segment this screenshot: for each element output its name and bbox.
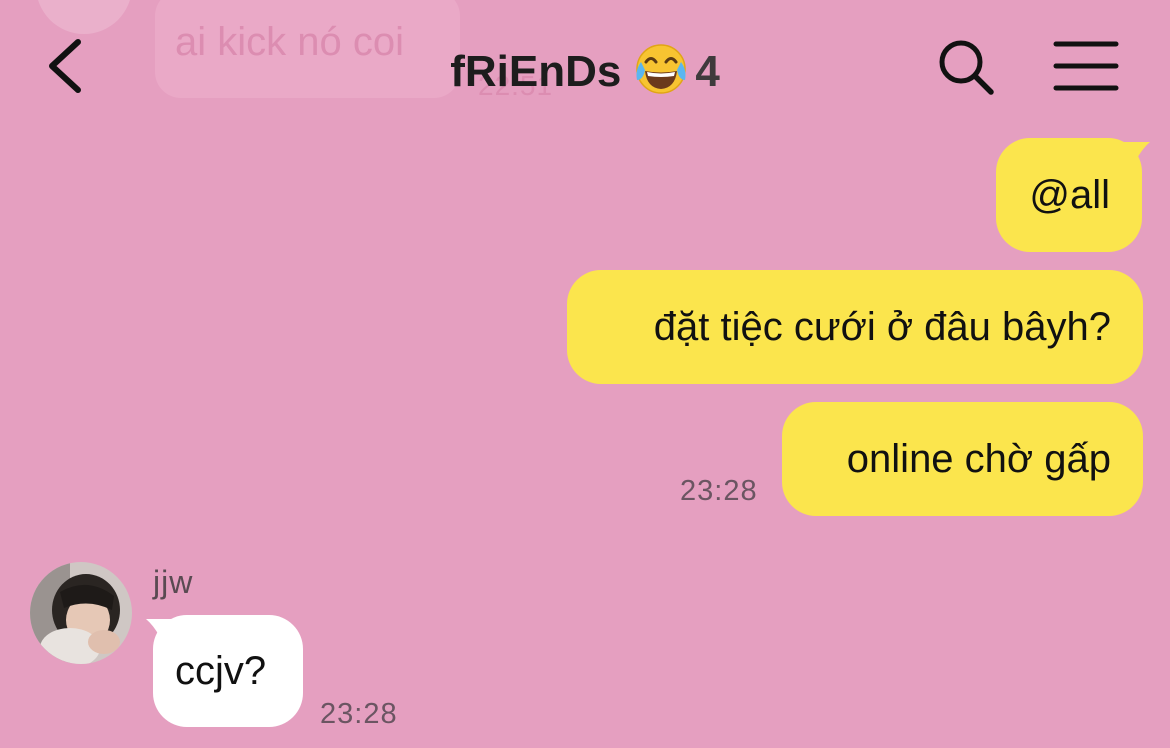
- member-count: 4: [695, 47, 720, 96]
- previous-message-avatar: [36, 0, 132, 34]
- message-text: đặt tiệc cưới ở đâu bâyh?: [653, 304, 1111, 349]
- face-with-tears-of-joy-emoji-icon: [633, 40, 689, 96]
- message-bubble-outgoing[interactable]: @all: [996, 138, 1142, 252]
- message-timestamp: 23:28: [320, 698, 398, 730]
- message-text: @all: [1029, 172, 1110, 217]
- message-bubble-outgoing[interactable]: đặt tiệc cưới ở đâu bâyh?: [567, 270, 1143, 384]
- avatar[interactable]: [30, 562, 132, 664]
- chat-title: fRiEnDs: [450, 47, 622, 96]
- sender-name: jjw: [153, 564, 194, 600]
- message-timestamp: 23:28: [680, 475, 758, 507]
- hamburger-menu-icon[interactable]: [1052, 38, 1120, 94]
- message-text: online chờ gấp: [846, 436, 1111, 481]
- message-bubble-incoming[interactable]: ccjv?: [153, 615, 303, 727]
- message-text: ccjv?: [175, 648, 267, 693]
- message-bubble-outgoing[interactable]: online chờ gấp: [782, 402, 1143, 516]
- search-icon[interactable]: [934, 36, 998, 100]
